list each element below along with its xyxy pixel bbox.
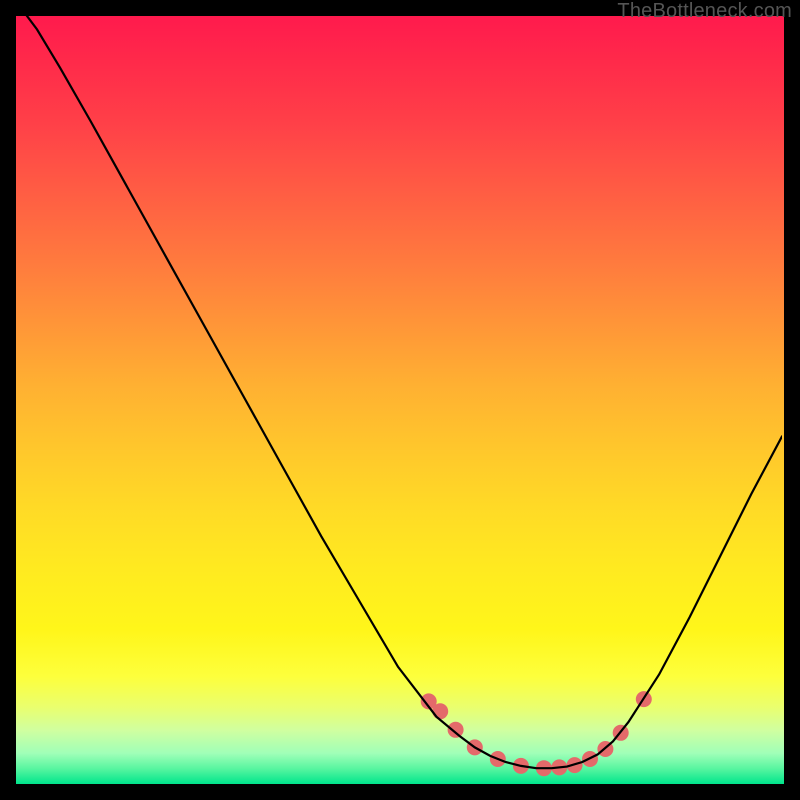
highlight-dot [448,722,464,738]
highlight-dot [432,703,448,719]
chart-svg [14,14,782,782]
chart-frame [14,14,786,786]
bottleneck-curve [14,14,782,768]
watermark-label: TheBottleneck.com [617,0,792,23]
